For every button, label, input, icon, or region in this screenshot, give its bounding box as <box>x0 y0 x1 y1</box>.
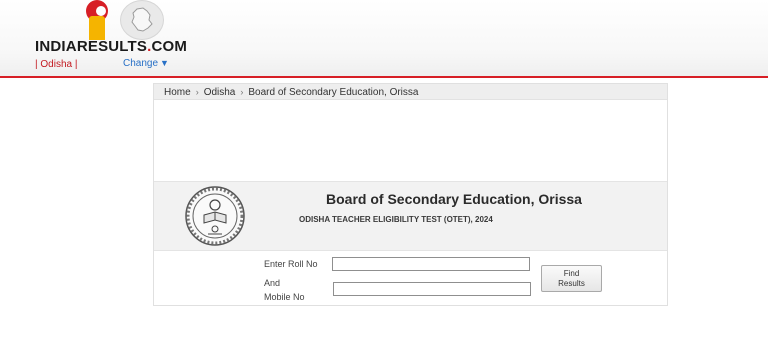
find-results-label-line2: Results <box>558 279 585 288</box>
site-brand[interactable]: INDIARΕSULTS.COM <box>35 38 187 55</box>
find-results-button[interactable]: Find Results <box>541 265 602 292</box>
result-search-form: Enter Roll No And Mobile No Find Results <box>154 251 667 305</box>
mobile-number-input[interactable] <box>333 282 531 296</box>
indiaresults-logo-icon[interactable] <box>86 0 112 40</box>
result-panel: Home › Odisha › Board of Secondary Education… <box>153 83 668 306</box>
ad-space <box>154 100 667 181</box>
find-results-label-line1: Find <box>563 269 580 278</box>
and-label: And <box>264 278 281 288</box>
breadcrumb-separator: › <box>240 87 244 97</box>
breadcrumb: Home › Odisha › Board of Secondary Education… <box>154 84 667 100</box>
roll-number-input[interactable] <box>332 257 530 271</box>
board-header: Board of Secondary Education, Orissa ODI… <box>154 181 667 251</box>
breadcrumb-odisha[interactable]: Odisha <box>204 87 236 98</box>
breadcrumb-separator: › <box>195 87 199 97</box>
current-state-label: | Odisha | <box>35 59 78 70</box>
mobile-number-label: Mobile No <box>264 292 305 302</box>
odisha-map-icon <box>120 0 164 40</box>
breadcrumb-home[interactable]: Home <box>164 87 191 98</box>
caret-down-icon: ▼ <box>160 58 169 68</box>
breadcrumb-current: Board of Secondary Education, Orissa <box>248 87 419 98</box>
board-title: Board of Secondary Education, Orissa <box>326 191 582 207</box>
board-seal-emblem-icon <box>184 185 246 247</box>
exam-title: ODISHA TEACHER ELIGIBILITY TEST (OTET), … <box>299 215 493 224</box>
roll-number-label: Enter Roll No <box>264 259 318 269</box>
site-header: INDIARΕSULTS.COM | Odisha | Change ▼ <box>0 0 768 76</box>
header-divider <box>0 76 768 78</box>
change-state-link[interactable]: Change ▼ <box>123 58 169 69</box>
